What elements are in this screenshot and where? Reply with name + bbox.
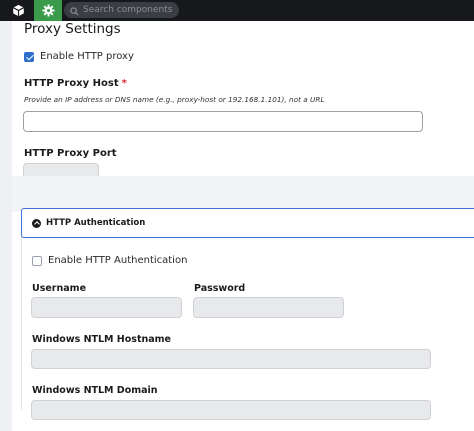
auth-section-title: HTTP Authentication (46, 218, 146, 228)
enable-auth-option[interactable]: Enable HTTP Authentication (32, 255, 187, 266)
ntlm-hostname-label: Windows NTLM Hostname (32, 334, 171, 345)
enable-proxy-checkbox[interactable] (24, 51, 34, 62)
auth-section-border (21, 217, 22, 410)
proxy-host-label-text: HTTP Proxy Host (24, 78, 119, 89)
username-label: Username (32, 283, 87, 294)
required-marker: * (121, 78, 127, 89)
gear-icon[interactable] (34, 0, 62, 21)
password-label: Password (194, 283, 246, 294)
cube-icon[interactable] (4, 0, 32, 21)
proxy-host-hint: Provide an IP address or DNS name (e.g.,… (24, 95, 325, 104)
ntlm-domain-label: Windows NTLM Domain (32, 385, 158, 396)
enable-proxy-label: Enable HTTP proxy (40, 51, 134, 62)
username-input[interactable] (31, 297, 182, 318)
search-placeholder: Search components (83, 5, 173, 15)
search-input[interactable]: Search components (64, 2, 179, 18)
sidebar-edge (0, 21, 12, 431)
auth-section-header[interactable]: HTTP Authentication (21, 208, 474, 238)
proxy-host-input[interactable] (23, 111, 423, 132)
top-toolbar: Search components (0, 0, 474, 21)
ntlm-hostname-input[interactable] (31, 349, 431, 369)
password-input[interactable] (193, 297, 344, 318)
page-title: Proxy Settings (24, 21, 121, 37)
proxy-host-label: HTTP Proxy Host * (24, 78, 127, 89)
proxy-port-label: HTTP Proxy Port (24, 148, 117, 159)
enable-proxy-option[interactable]: Enable HTTP proxy (24, 51, 134, 62)
ntlm-domain-input[interactable] (31, 400, 431, 420)
search-icon (70, 1, 79, 20)
enable-auth-checkbox[interactable] (32, 255, 42, 266)
chevron-up-icon (32, 218, 41, 228)
enable-auth-label: Enable HTTP Authentication (48, 255, 188, 266)
